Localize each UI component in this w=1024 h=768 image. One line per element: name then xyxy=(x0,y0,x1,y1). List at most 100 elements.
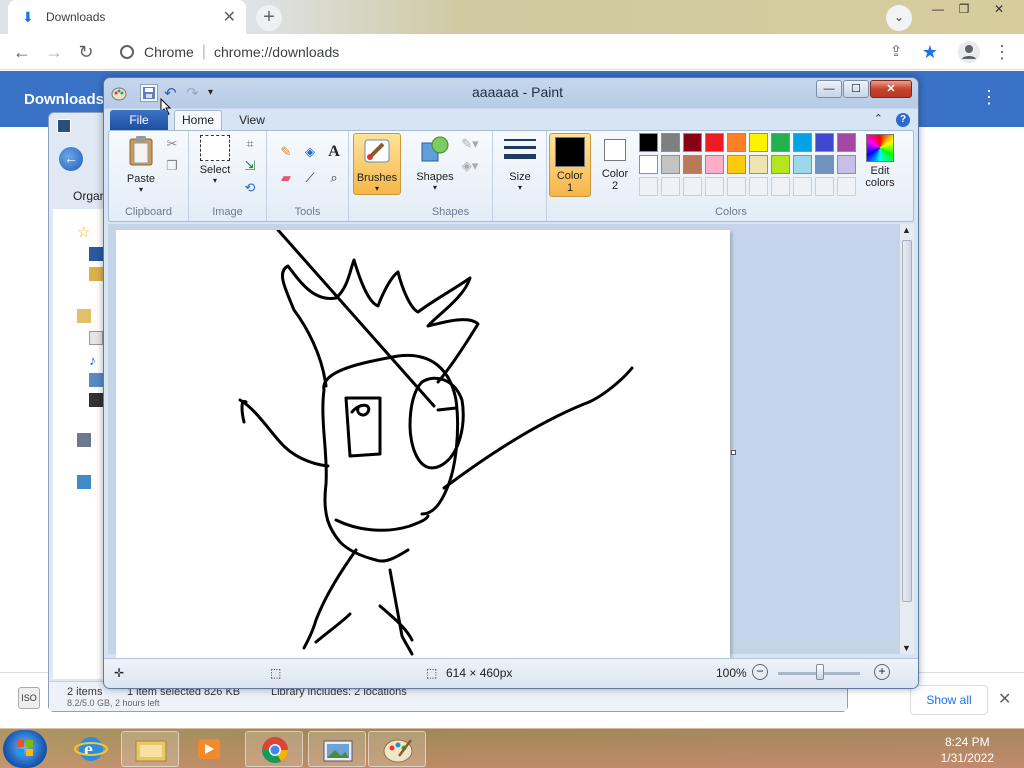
palette-swatch[interactable] xyxy=(749,133,768,152)
address-bar[interactable]: Chrome | chrome://downloads xyxy=(110,38,948,66)
text-tool-icon[interactable]: A xyxy=(325,143,343,161)
favorites-star-icon[interactable]: ☆ xyxy=(77,223,90,241)
palette-swatch[interactable] xyxy=(639,155,658,174)
qat-customize-chevron-icon[interactable]: ▾ xyxy=(208,84,226,102)
minimize-button[interactable]: — xyxy=(924,2,952,18)
tab-file[interactable]: File xyxy=(110,110,168,130)
fill-bucket-icon[interactable]: ◈ xyxy=(301,143,319,161)
rotate-icon[interactable]: ⟲ xyxy=(241,179,259,197)
reload-icon[interactable]: ↻ xyxy=(76,42,96,62)
custom-color-slot[interactable] xyxy=(683,177,702,196)
shapes-button[interactable]: Shapes ▾ xyxy=(413,135,457,192)
palette-swatch[interactable] xyxy=(705,133,724,152)
eraser-icon[interactable]: ▰ xyxy=(277,169,295,187)
palette-swatch[interactable] xyxy=(771,133,790,152)
save-icon[interactable] xyxy=(140,84,158,102)
palette-swatch[interactable] xyxy=(815,155,834,174)
tab-view[interactable]: View xyxy=(228,110,276,130)
palette-swatch[interactable] xyxy=(705,155,724,174)
custom-color-slot[interactable] xyxy=(815,177,834,196)
downloads-menu-icon[interactable]: ⋮ xyxy=(980,87,998,108)
tab-search-chevron-icon[interactable]: ⌄ xyxy=(886,5,912,31)
custom-color-slot[interactable] xyxy=(727,177,746,196)
palette-swatch[interactable] xyxy=(793,133,812,152)
custom-color-slot[interactable] xyxy=(771,177,790,196)
custom-color-slot[interactable] xyxy=(705,177,724,196)
media-player-icon[interactable] xyxy=(180,731,238,767)
palette-swatch[interactable] xyxy=(683,133,702,152)
desktop-icon[interactable] xyxy=(89,247,103,261)
paint-close-button[interactable]: ✕ xyxy=(870,80,912,98)
libraries-icon[interactable] xyxy=(77,309,91,323)
paint-minimize-button[interactable]: — xyxy=(816,80,842,98)
edit-colors-button[interactable]: Edit colors xyxy=(855,134,905,189)
palette-swatch[interactable] xyxy=(727,155,746,174)
profile-avatar-icon[interactable] xyxy=(958,41,980,63)
size-button[interactable]: Size ▾ xyxy=(501,135,539,192)
palette-swatch[interactable] xyxy=(771,155,790,174)
palette-swatch[interactable] xyxy=(661,133,680,152)
select-button[interactable]: Select ▾ xyxy=(195,135,235,185)
downloaded-file-icon[interactable]: ISO xyxy=(18,687,40,709)
magnifier-icon[interactable]: ⌕ xyxy=(325,169,343,187)
palette-swatch[interactable] xyxy=(837,133,856,152)
copy-icon[interactable]: ❐ xyxy=(163,157,181,175)
crop-icon[interactable]: ⌗ xyxy=(241,135,259,153)
palette-swatch[interactable] xyxy=(815,133,834,152)
show-all-button[interactable]: Show all xyxy=(910,685,988,715)
shelf-close-icon[interactable]: ✕ xyxy=(998,689,1011,709)
palette-swatch[interactable] xyxy=(837,155,856,174)
resize-icon[interactable]: ⇲ xyxy=(241,157,259,175)
photo-viewer-icon[interactable] xyxy=(308,731,366,767)
bookmark-star-icon[interactable]: ★ xyxy=(920,42,940,62)
close-window-button[interactable]: ✕ xyxy=(985,2,1013,18)
paint-app-menu-icon[interactable] xyxy=(110,84,128,102)
restore-button[interactable]: ❐ xyxy=(950,2,978,18)
color-picker-icon[interactable]: ⟋ xyxy=(301,169,319,187)
computer-icon[interactable] xyxy=(77,433,91,447)
scroll-thumb[interactable] xyxy=(902,240,912,602)
paint-taskbar-icon[interactable] xyxy=(368,731,426,767)
zoom-out-button[interactable]: − xyxy=(752,664,768,680)
tab-home[interactable]: Home xyxy=(174,110,222,130)
ribbon-minimize-chevron-icon[interactable]: ⌃ xyxy=(874,113,883,125)
share-icon[interactable]: ⇪ xyxy=(886,42,906,62)
brushes-button[interactable]: Brushes ▾ xyxy=(353,133,401,195)
palette-swatch[interactable] xyxy=(793,155,812,174)
palette-swatch[interactable] xyxy=(639,133,658,152)
color1-button[interactable]: Color 1 xyxy=(549,133,591,197)
organize-menu[interactable]: Organ xyxy=(73,189,106,203)
redo-icon[interactable]: ↷ xyxy=(186,84,204,102)
downloads-folder-icon[interactable] xyxy=(89,267,103,281)
canvas-resize-handle[interactable] xyxy=(731,450,736,455)
paint-maximize-button[interactable]: ☐ xyxy=(843,80,869,98)
start-button[interactable] xyxy=(3,730,47,768)
videos-icon[interactable] xyxy=(89,393,103,407)
internet-explorer-icon[interactable]: e xyxy=(62,731,120,767)
custom-color-slot[interactable] xyxy=(837,177,856,196)
zoom-in-button[interactable]: + xyxy=(874,664,890,680)
help-icon[interactable]: ? xyxy=(896,113,910,127)
music-icon[interactable]: ♪ xyxy=(89,353,103,367)
fill-icon[interactable]: ◈▾ xyxy=(461,157,479,175)
custom-color-slot[interactable] xyxy=(749,177,768,196)
cut-icon[interactable]: ✂ xyxy=(163,135,181,153)
custom-color-slot[interactable] xyxy=(639,177,658,196)
forward-arrow-icon[interactable]: → xyxy=(44,42,64,62)
chrome-taskbar-icon[interactable] xyxy=(245,731,303,767)
network-icon[interactable] xyxy=(77,475,91,489)
system-clock[interactable]: 8:24 PM 1/31/2022 xyxy=(941,734,994,766)
palette-swatch[interactable] xyxy=(683,155,702,174)
custom-color-slot[interactable] xyxy=(661,177,680,196)
palette-swatch[interactable] xyxy=(749,155,768,174)
palette-swatch[interactable] xyxy=(661,155,680,174)
pencil-icon[interactable]: ✎ xyxy=(277,143,295,161)
file-explorer-icon[interactable] xyxy=(121,731,179,767)
zoom-slider-thumb[interactable] xyxy=(816,664,824,680)
pictures-icon[interactable] xyxy=(89,373,103,387)
tab-downloads[interactable]: ⬇ Downloads ✕ xyxy=(8,0,246,34)
back-arrow-icon[interactable]: ← xyxy=(12,42,32,62)
new-tab-button[interactable]: + xyxy=(256,5,282,31)
color2-button[interactable]: Color 2 xyxy=(595,136,635,192)
tab-close-icon[interactable]: ✕ xyxy=(223,7,236,27)
